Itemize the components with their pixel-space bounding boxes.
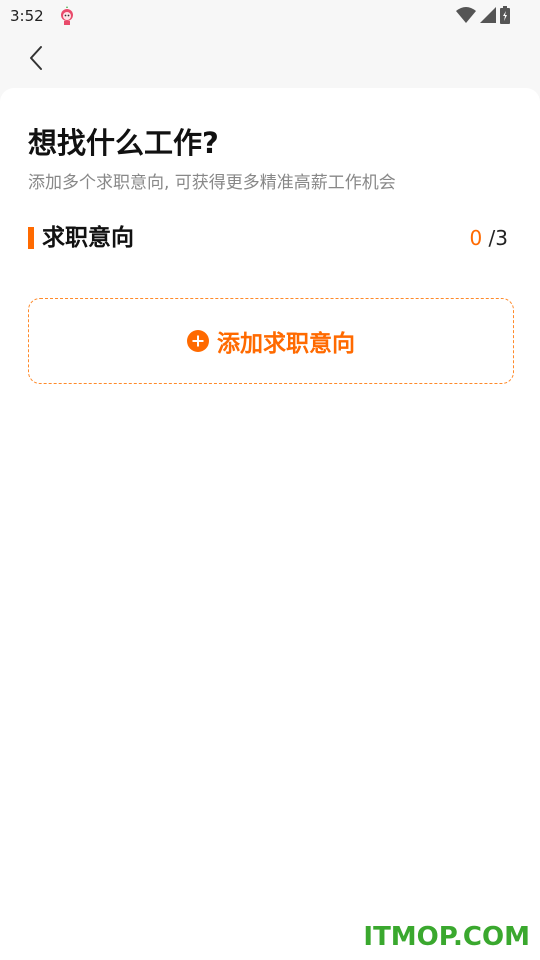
battery-charging-icon	[500, 6, 510, 28]
chevron-left-icon	[28, 45, 44, 75]
signal-icon	[480, 7, 496, 27]
nav-bar	[0, 32, 540, 88]
back-button[interactable]	[20, 42, 52, 78]
content-card: 想找什么工作? 添加多个求职意向, 可获得更多精准高薪工作机会 求职意向 0 /…	[0, 88, 540, 960]
app-notification-icon	[58, 6, 76, 26]
section-accent-bar	[28, 227, 34, 249]
section-header: 求职意向 0 /3	[28, 222, 512, 254]
plus-circle-icon	[187, 330, 209, 352]
watermark: ITMOP.COM	[363, 922, 530, 952]
count-current: 0	[469, 226, 483, 250]
section-title: 求职意向	[42, 225, 134, 251]
wifi-icon	[456, 7, 476, 27]
page-subtitle: 添加多个求职意向, 可获得更多精准高薪工作机会	[28, 173, 396, 193]
count-total: /3	[488, 226, 508, 250]
add-intention-label: 添加求职意向	[217, 331, 355, 357]
add-intention-button[interactable]: 添加求职意向	[28, 298, 514, 384]
page-title: 想找什么工作?	[28, 126, 219, 160]
screen: 3:52 想找什么工作? 添加多个求职意向, 可获得更多精准高薪工作机会 求职意…	[0, 0, 540, 960]
status-bar: 3:52	[0, 0, 540, 32]
status-icons	[456, 6, 510, 28]
intention-count: 0 /3	[469, 222, 508, 254]
status-time: 3:52	[10, 7, 44, 25]
